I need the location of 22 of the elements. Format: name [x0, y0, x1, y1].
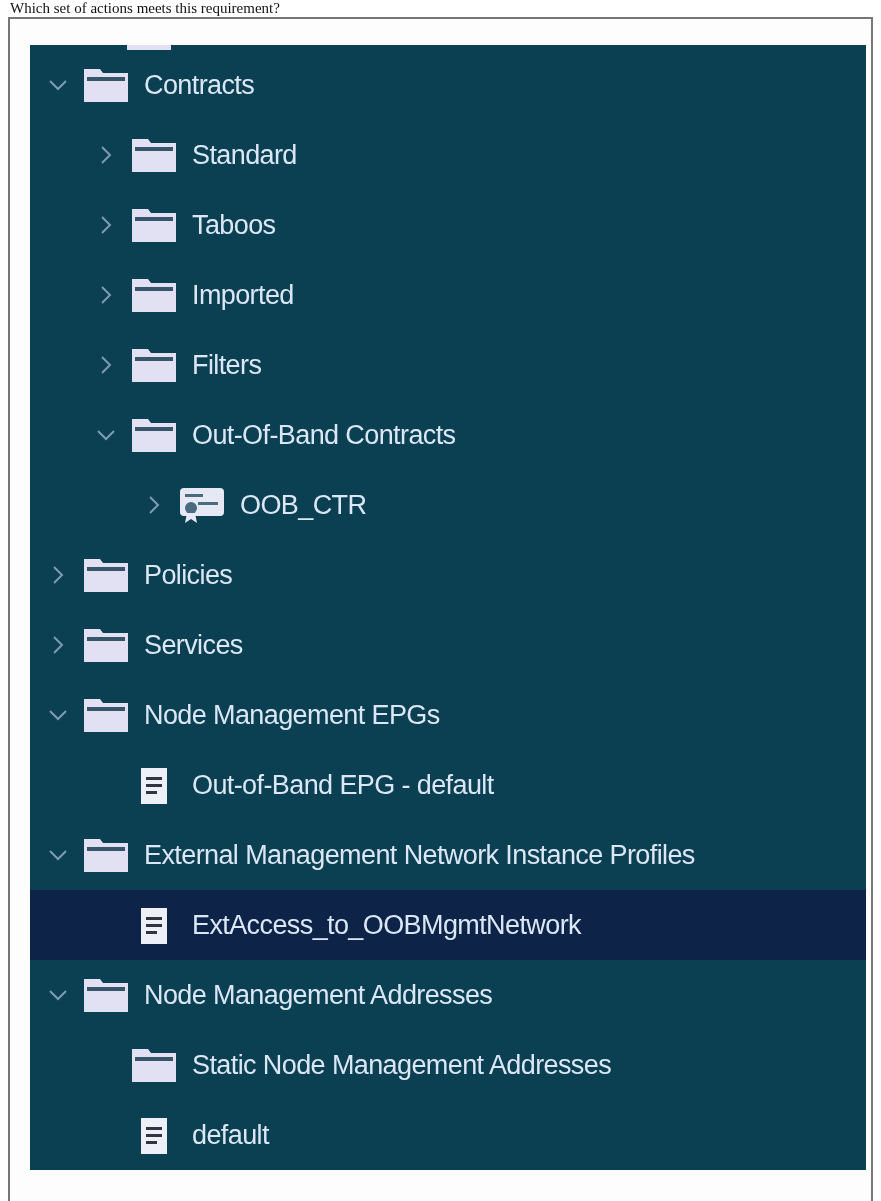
certificate-icon [178, 485, 226, 525]
tree-item-label[interactable]: Node Management Addresses [144, 979, 493, 1011]
tree-item-label[interactable]: Taboos [192, 209, 276, 241]
tree-item-label[interactable]: Out-Of-Band Contracts [192, 419, 456, 451]
question-text: Which set of actions meets this requirement? [9, 0, 281, 17]
tree-item-label[interactable]: Standard [192, 139, 297, 171]
document-icon [140, 765, 168, 805]
tree-item-label[interactable]: Static Node Management Addresses [192, 1049, 612, 1081]
tree-item-label[interactable]: Contracts [144, 69, 255, 101]
tree-item-label[interactable]: ExtAccess_to_OOBMgmtNetwork [192, 909, 581, 941]
tree-item-label[interactable]: Imported [192, 279, 294, 311]
document-icon [140, 905, 168, 945]
tree-item-label[interactable]: OOB_CTR [240, 489, 367, 521]
tree-item-label[interactable]: External Management Network Instance Profiles [144, 839, 695, 871]
tree-item-label[interactable]: Filters [192, 349, 262, 381]
tree-item-label[interactable]: Out-of-Band EPG - default [192, 769, 494, 801]
tree-item-label[interactable]: Services [144, 629, 243, 661]
tree-item-label[interactable]: Policies [144, 559, 233, 591]
tree-item-label[interactable]: Node Management EPGs [144, 699, 440, 731]
document-icon [140, 1115, 168, 1155]
selected-tree-row[interactable]: ExtAccess_to_OOBMgmtNetwork [30, 890, 866, 960]
tree-item-label[interactable]: default [192, 1119, 269, 1151]
